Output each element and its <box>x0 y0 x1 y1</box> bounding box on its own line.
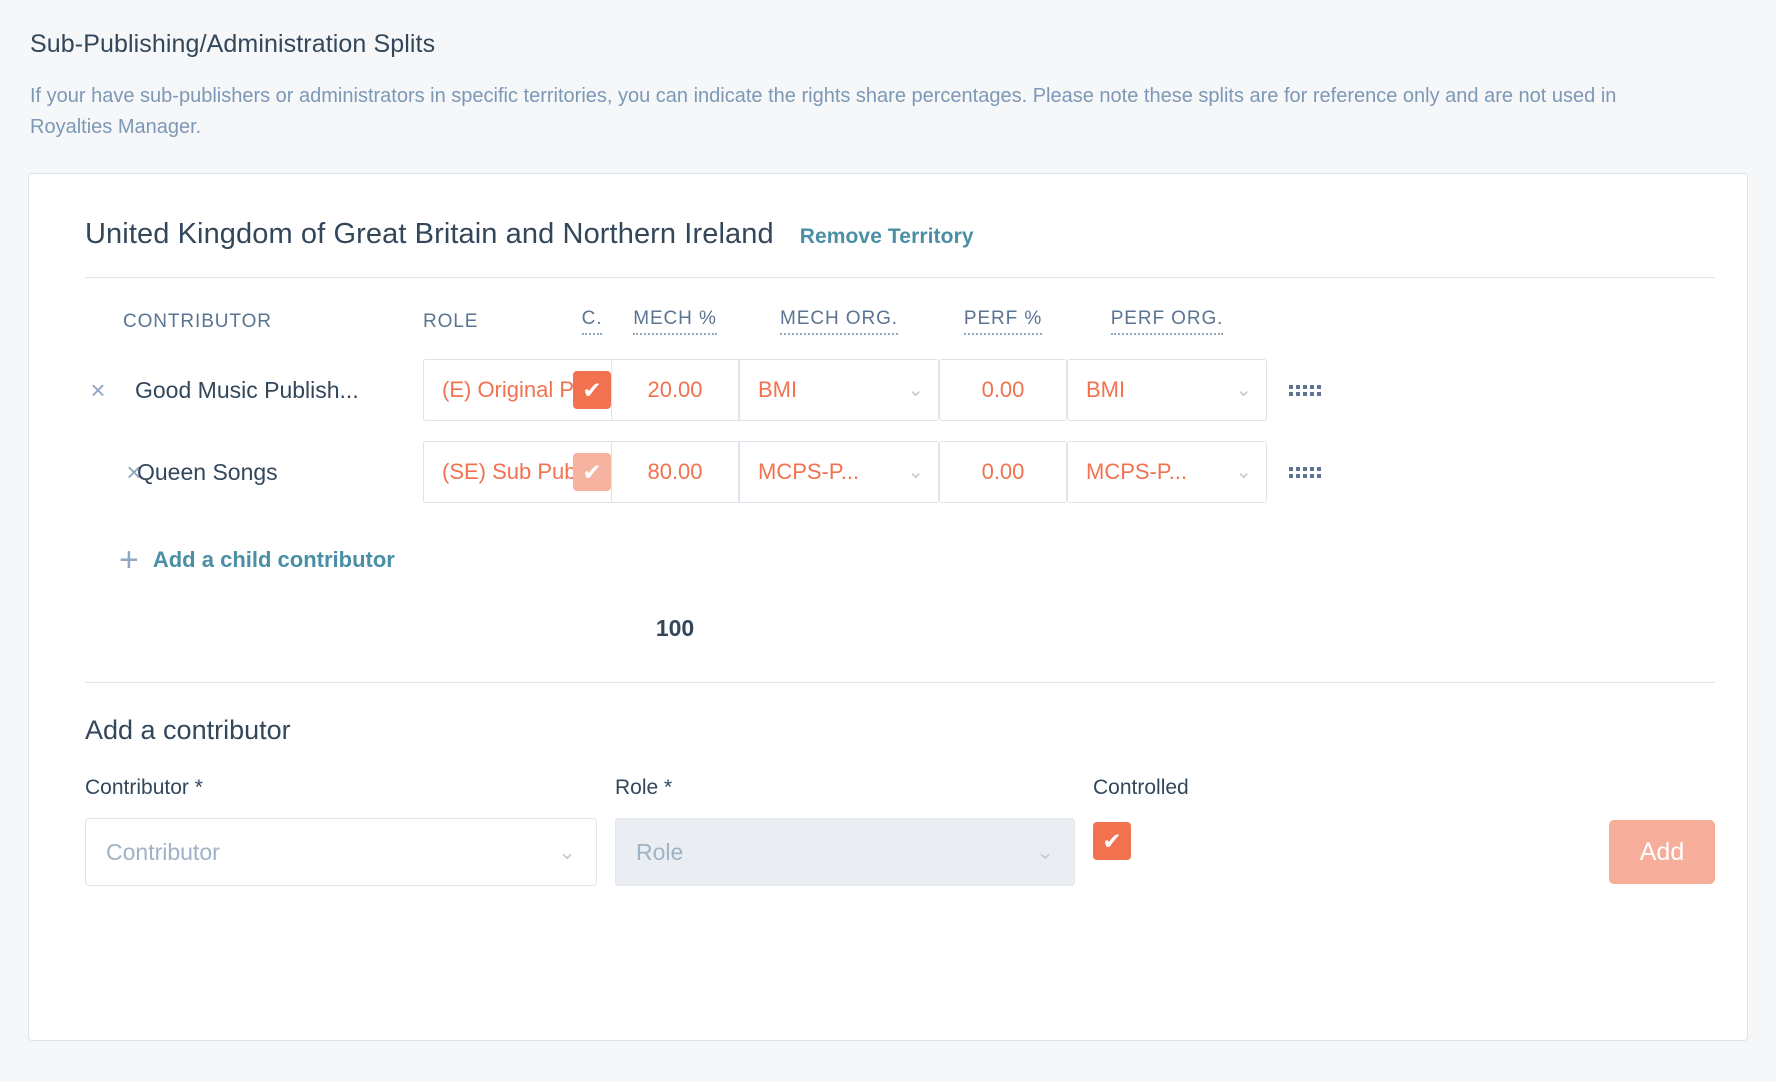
remove-contributor-icon[interactable]: × <box>85 377 111 403</box>
column-header-controlled[interactable]: C. <box>581 308 603 335</box>
contributor-field-group: Contributor * Contributor ⌄ <box>85 776 615 886</box>
drag-handle-icon[interactable] <box>1289 384 1321 396</box>
column-header-perf-org[interactable]: PERF ORG. <box>1110 308 1224 335</box>
controlled-cell: ✔ <box>573 371 611 409</box>
role-field-label: Role * <box>615 776 673 799</box>
chevron-down-icon: ⌄ <box>558 840 576 864</box>
perf-org-select-value: BMI <box>1086 377 1126 402</box>
add-child-contributor-label: Add a child contributor <box>152 547 395 572</box>
column-header-perf-pct[interactable]: PERF % <box>963 308 1043 335</box>
section-description: If your have sub-publishers or administr… <box>30 85 1617 138</box>
mech-org-cell: BMI ⌄ <box>739 359 939 421</box>
controlled-checkbox-wrap: ✔ <box>1093 818 1233 860</box>
page-title: Sub-Publishing/Administration Splits <box>30 30 436 58</box>
totals-row: 100 <box>61 615 1715 642</box>
territory-name: United Kingdom of Great Britain and Nort… <box>85 218 774 250</box>
controlled-cell: ✔ <box>573 453 611 491</box>
plus-icon: + <box>119 541 139 579</box>
controlled-checkbox[interactable]: ✔ <box>573 371 611 409</box>
chevron-down-icon: ⌄ <box>1235 379 1252 401</box>
mech-org-cell: MCPS-P... ⌄ <box>739 441 939 503</box>
column-header-role: ROLE <box>423 310 479 332</box>
mech-org-select-value: MCPS-P... <box>758 459 860 484</box>
controlled-field-group: Controlled ✔ <box>1093 776 1233 860</box>
column-header-mech-org[interactable]: MECH ORG. <box>780 308 898 335</box>
mech-pct-input[interactable]: 20.00 <box>611 359 739 421</box>
perf-org-select[interactable]: BMI ⌄ <box>1067 359 1267 421</box>
drag-handle-icon[interactable] <box>1289 466 1321 478</box>
territory-header: United Kingdom of Great Britain and Nort… <box>61 174 1715 251</box>
chevron-down-icon: ⌄ <box>907 379 924 401</box>
column-header-mech-pct[interactable]: MECH % <box>633 308 717 335</box>
remove-territory-link[interactable]: Remove Territory <box>800 225 974 249</box>
perf-pct-input[interactable]: 0.00 <box>939 441 1067 503</box>
contributor-select-value: Contributor <box>106 838 220 865</box>
mech-pct-input[interactable]: 80.00 <box>611 441 739 503</box>
add-button[interactable]: Add <box>1609 820 1715 884</box>
chevron-down-icon: ⌄ <box>1235 461 1252 483</box>
role-select-new-value: Role <box>636 838 684 865</box>
controlled-checkbox-new[interactable]: ✔ <box>1093 822 1131 860</box>
column-header-contributor: CONTRIBUTOR <box>123 310 272 332</box>
add-contributor-title: Add a contributor <box>85 715 291 745</box>
chevron-down-icon: ⌄ <box>907 461 924 483</box>
table-row: × Good Music Publish... (E) Original Pub… <box>61 349 1715 431</box>
role-select-cell: (E) Original Publisher ⌄ <box>423 359 787 421</box>
role-select-new[interactable]: Role ⌄ <box>615 818 1075 886</box>
drag-cell <box>1267 384 1715 396</box>
perf-org-select-value: MCPS-P... <box>1086 459 1188 484</box>
mech-org-select[interactable]: MCPS-P... ⌄ <box>739 441 939 503</box>
role-field-group: Role * Role ⌄ <box>615 776 1093 886</box>
add-contributor-form: Contributor * Contributor ⌄ Role * Role … <box>61 746 1715 886</box>
contributor-select[interactable]: Contributor ⌄ <box>85 818 597 886</box>
perf-org-cell: BMI ⌄ <box>1067 359 1267 421</box>
drag-cell <box>1267 466 1715 478</box>
perf-org-select[interactable]: MCPS-P... ⌄ <box>1067 441 1267 503</box>
sub-publishing-splits-page: Sub-Publishing/Administration Splits If … <box>0 0 1776 1041</box>
mech-org-select[interactable]: BMI ⌄ <box>739 359 939 421</box>
mech-pct-cell: 80.00 <box>611 441 739 503</box>
territory-card: United Kingdom of Great Britain and Nort… <box>28 173 1748 1041</box>
splits-table-header: CONTRIBUTOR ROLE C. MECH % MECH ORG. PER… <box>61 278 1715 349</box>
perf-pct-cell: 0.00 <box>939 359 1067 421</box>
add-child-contributor-button[interactable]: + Add a child contributor <box>61 513 395 579</box>
controlled-field-label: Controlled <box>1093 776 1189 799</box>
perf-pct-input[interactable]: 0.00 <box>939 359 1067 421</box>
contributor-name: Good Music Publish... <box>135 376 359 403</box>
contributor-field-label: Contributor * <box>85 776 203 799</box>
mech-pct-cell: 20.00 <box>611 359 739 421</box>
contributor-name: Queen Songs <box>137 458 278 485</box>
perf-org-cell: MCPS-P... ⌄ <box>1067 441 1267 503</box>
mech-org-select-value: BMI <box>758 377 798 402</box>
chevron-down-icon: ⌄ <box>1036 840 1054 864</box>
perf-pct-cell: 0.00 <box>939 441 1067 503</box>
role-select-cell: (SE) Sub Publisher ⌄ <box>423 441 787 503</box>
table-row: × Queen Songs (SE) Sub Publisher ⌄ ✔ 80.… <box>61 431 1715 513</box>
controlled-checkbox[interactable]: ✔ <box>573 453 611 491</box>
mech-pct-total: 100 <box>655 615 695 641</box>
